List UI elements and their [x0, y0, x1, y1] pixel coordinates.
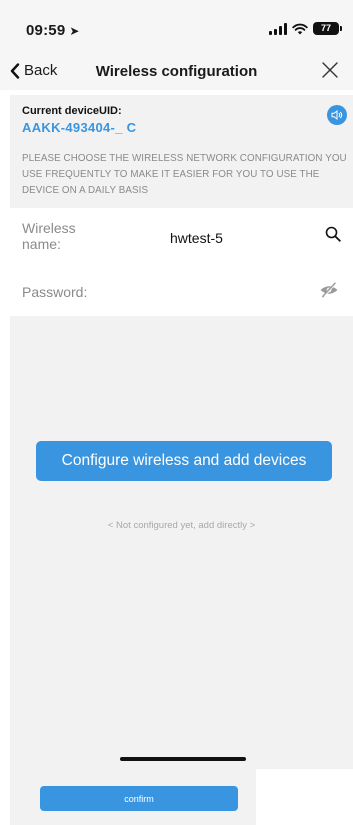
close-icon — [322, 62, 338, 78]
uid-note: PLEASE CHOOSE THE WIRELESS NETWORK CONFI… — [22, 153, 347, 196]
status-time-text: 09:59 — [26, 22, 66, 39]
page-title: Wireless configuration — [95, 63, 258, 80]
close-button[interactable] — [321, 61, 339, 84]
status-bar: 09:59 ➤ 77 — [0, 0, 353, 56]
device-uid-panel: Current deviceUID: AAKK-493404-_ C PLEAS… — [10, 95, 353, 208]
wireless-name-label-line1: Wireless — [22, 220, 76, 236]
location-arrow-icon: ➤ — [69, 24, 80, 38]
password-row: Password: — [10, 268, 353, 316]
search-icon — [325, 226, 341, 242]
wireless-name-row: Wireless name: hwtest-5 — [10, 208, 353, 268]
battery-level: 77 — [320, 23, 331, 33]
password-label: Password: — [22, 284, 88, 300]
status-time: 09:59 ➤ — [26, 22, 80, 39]
nav-bar: Back Wireless configuration — [0, 56, 353, 90]
uid-label: Current deviceUID: — [22, 105, 122, 117]
battery-icon: 77 — [313, 22, 342, 35]
add-directly-link[interactable]: < Not configured yet, add directly > — [10, 520, 353, 531]
status-indicators: 77 — [269, 22, 342, 35]
eye-hidden-icon — [320, 282, 338, 298]
bottom-bar: confirm — [10, 769, 256, 825]
speaker-icon — [331, 109, 343, 121]
search-button[interactable] — [325, 226, 341, 247]
signal-icon — [269, 22, 287, 35]
speaker-button[interactable] — [327, 105, 347, 125]
configure-wireless-button[interactable]: Configure wireless and add devices — [36, 441, 332, 481]
toggle-password-button[interactable] — [319, 282, 339, 303]
wifi-icon — [292, 23, 308, 35]
home-indicator — [120, 757, 246, 761]
wireless-name-label-line2: name: — [22, 236, 61, 252]
wireless-name-input[interactable]: hwtest-5 — [170, 230, 223, 246]
confirm-button[interactable]: confirm — [40, 786, 238, 811]
uid-value: AAKK-493404-_ C — [22, 120, 137, 135]
wireless-name-label: Wireless name: — [22, 220, 76, 252]
content-area: Configure wireless and add devices < Not… — [10, 316, 353, 769]
